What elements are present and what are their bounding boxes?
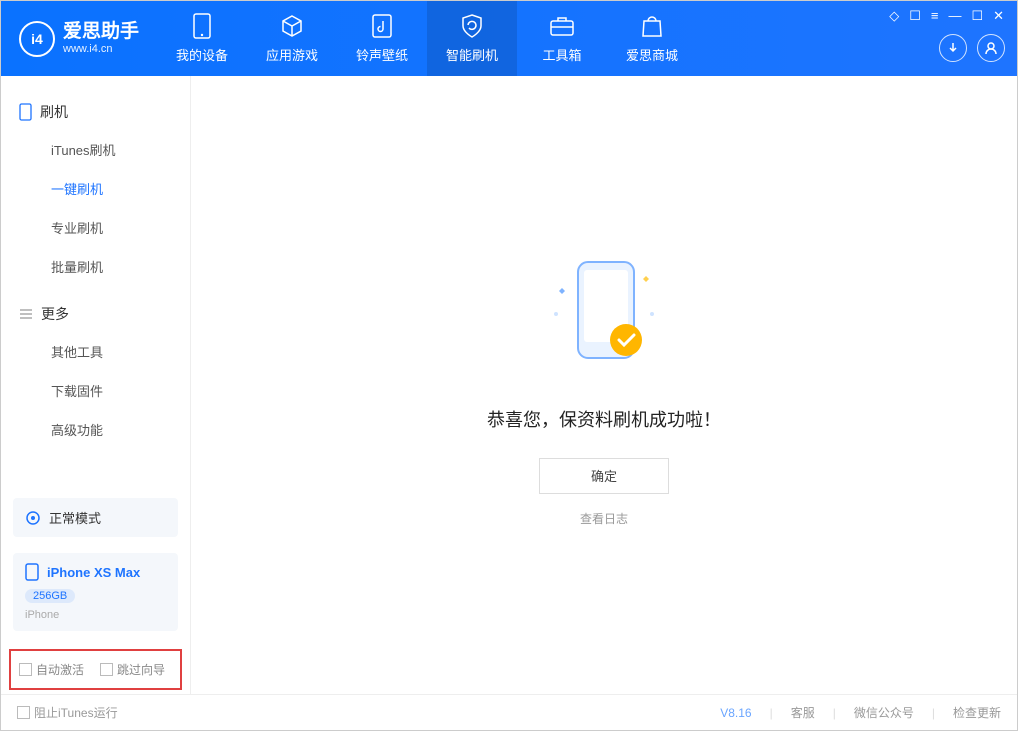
nav-label: 爱思商城 [626,45,678,64]
sidebar-item-oneclick-flash[interactable]: 一键刷机 [1,169,190,208]
checkbox-block-itunes[interactable]: 阻止iTunes运行 [17,704,118,721]
footer-link-support[interactable]: 客服 [791,704,815,721]
app-header: i4 爱思助手 www.i4.cn 我的设备 应用游戏 铃声壁纸 智能刷机 工具… [1,1,1017,76]
device-type: iPhone [25,609,59,621]
nav-store[interactable]: 爱思商城 [607,1,697,76]
sidebar: 刷机 iTunes刷机 一键刷机 专业刷机 批量刷机 更多 其他工具 下载固件 … [1,76,191,694]
phone-icon [25,563,39,581]
minimize-button[interactable]: — [948,8,961,24]
device-mode-box[interactable]: 正常模式 [13,498,178,537]
sidebar-item-batch-flash[interactable]: 批量刷机 [1,247,190,286]
nav-apps-games[interactable]: 应用游戏 [247,1,337,76]
close-button[interactable]: ✕ [993,8,1004,24]
svg-text:i4: i4 [31,31,43,47]
bag-icon [639,13,665,39]
nav-label: 铃声壁纸 [356,45,408,64]
skin-icon[interactable]: ◇ [889,8,899,24]
toolbox-icon [549,13,575,39]
mode-icon [25,510,41,526]
window-controls: ◇ ☐ ≡ — ☐ ✕ [889,8,1004,24]
checkbox-skip-guide[interactable]: 跳过向导 [100,661,165,678]
nav-smart-flash[interactable]: 智能刷机 [427,1,517,76]
highlighted-checkbox-row: 自动激活 跳过向导 [9,649,182,690]
device-mode-label: 正常模式 [49,508,101,527]
cube-icon [279,13,305,39]
sidebar-item-itunes-flash[interactable]: iTunes刷机 [1,130,190,169]
success-message: 恭喜您，保资料刷机成功啦！ [487,406,721,432]
music-file-icon [369,13,395,39]
device-name: iPhone XS Max [47,565,140,580]
maximize-button[interactable]: ☐ [971,8,983,24]
nav-label: 我的设备 [176,45,228,64]
footer-link-wechat[interactable]: 微信公众号 [854,704,914,721]
user-icon[interactable] [977,34,1005,62]
footer: 阻止iTunes运行 V8.16 | 客服 | 微信公众号 | 检查更新 [1,694,1017,730]
sidebar-group-title: 更多 [41,304,69,324]
main-nav: 我的设备 应用游戏 铃声壁纸 智能刷机 工具箱 爱思商城 [157,1,697,76]
nav-label: 智能刷机 [446,45,498,64]
device-capacity: 256GB [25,589,75,603]
logo-icon: i4 [19,21,55,57]
download-icon[interactable] [939,34,967,62]
menu-icon[interactable]: ≡ [931,8,939,24]
sidebar-item-advanced[interactable]: 高级功能 [1,410,190,449]
list-icon [19,308,33,320]
nav-my-device[interactable]: 我的设备 [157,1,247,76]
app-title: 爱思助手 [63,21,139,44]
sidebar-group-flash: 刷机 [1,94,190,130]
main-content: 恭喜您，保资料刷机成功啦！ 确定 查看日志 [191,76,1017,694]
sidebar-item-other-tools[interactable]: 其他工具 [1,332,190,371]
checkbox-auto-activate[interactable]: 自动激活 [19,661,84,678]
app-logo: i4 爱思助手 www.i4.cn [1,21,157,57]
ok-button[interactable]: 确定 [539,458,669,494]
sidebar-item-pro-flash[interactable]: 专业刷机 [1,208,190,247]
nav-ringtone-wallpaper[interactable]: 铃声壁纸 [337,1,427,76]
device-info-box[interactable]: iPhone XS Max 256GB iPhone [13,553,178,631]
shield-refresh-icon [459,13,485,39]
nav-toolbox[interactable]: 工具箱 [517,1,607,76]
feedback-icon[interactable]: ☐ [909,8,921,24]
nav-label: 工具箱 [543,45,582,64]
device-icon [189,13,215,39]
success-illustration [534,244,674,384]
sidebar-item-download-firmware[interactable]: 下载固件 [1,371,190,410]
view-log-link[interactable]: 查看日志 [580,510,628,527]
footer-link-update[interactable]: 检查更新 [953,704,1001,721]
version-label: V8.16 [720,706,751,720]
sidebar-group-title: 刷机 [40,102,68,122]
nav-label: 应用游戏 [266,45,318,64]
sidebar-group-more: 更多 [1,296,190,332]
app-subtitle: www.i4.cn [63,43,139,56]
phone-icon [19,103,32,121]
